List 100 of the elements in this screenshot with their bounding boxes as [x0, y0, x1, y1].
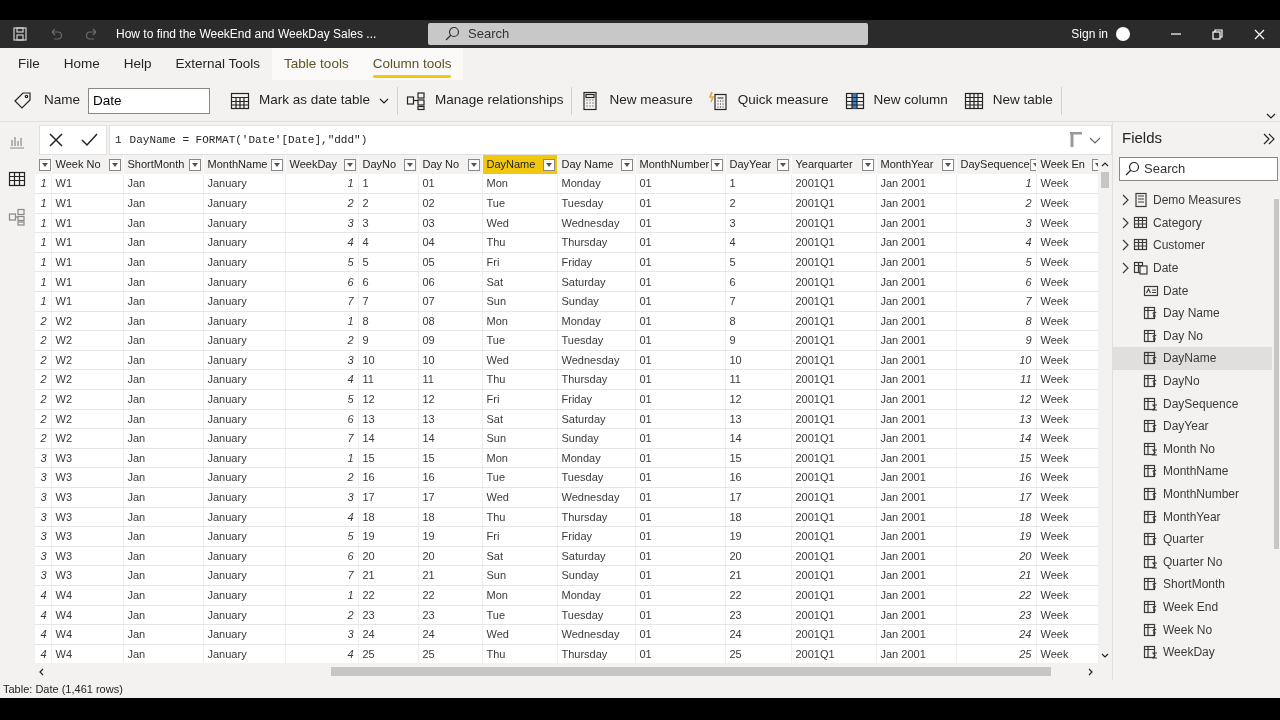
field-list-item[interactable]: Date [1113, 279, 1272, 302]
field-list-item[interactable]: Customer [1113, 234, 1272, 257]
search-box[interactable]: Search [1119, 157, 1278, 181]
filter-dropdown[interactable] [39, 158, 50, 171]
table-cell: W3 [51, 467, 123, 488]
field-list-item[interactable]: Week No [1113, 618, 1272, 641]
filter-dropdown[interactable] [710, 158, 723, 171]
column-header[interactable]: Yearquarter [791, 155, 876, 174]
field-list-item[interactable]: MonthNumber [1113, 482, 1272, 506]
scrollbar-thumb[interactable] [331, 667, 1051, 676]
ribbon-button[interactable]: New column [836, 90, 956, 111]
field-list-item[interactable]: WeekDay [1113, 640, 1272, 664]
field-list-item[interactable]: DaySequence [1113, 392, 1272, 415]
field-list-item[interactable]: Demo Measures [1113, 189, 1272, 212]
field-list-item[interactable]: DayName [1113, 347, 1272, 370]
filter-dropdown[interactable] [467, 158, 480, 171]
filter-dropdown[interactable] [188, 158, 201, 171]
table-cell: 19 [956, 526, 1036, 547]
filter-dropdown[interactable] [270, 158, 283, 171]
ribbon-button[interactable]: Quick measure [700, 90, 837, 111]
table-cell: 4 [35, 605, 51, 625]
column-header[interactable]: Day Name [557, 155, 635, 174]
check-icon[interactable] [80, 132, 98, 148]
field-list-item[interactable]: Month No [1113, 437, 1272, 461]
field-list-item[interactable]: Day Name [1113, 301, 1272, 325]
filter-dropdown[interactable] [343, 158, 356, 171]
table-cell: 11 [956, 369, 1036, 390]
filter-dropdown[interactable] [861, 158, 874, 171]
table-cell: 01 [635, 271, 725, 292]
ribbon-button[interactable]: New table [955, 90, 1061, 111]
chevron-right-icon[interactable] [1121, 194, 1129, 207]
cancel-icon[interactable] [48, 132, 64, 148]
column-header[interactable]: DayName [482, 155, 557, 174]
field-list-item[interactable]: Date [1113, 256, 1272, 280]
avatar-icon[interactable] [1116, 27, 1130, 41]
ribbon-button[interactable]: Mark as date table [222, 90, 398, 111]
field-list-item[interactable]: Week End [1113, 595, 1272, 619]
formula-field[interactable]: 1 DayName = FORMAT('Date'[Date],"ddd") [109, 125, 1112, 155]
scroll-down-icon[interactable] [1101, 653, 1109, 659]
scroll-right-icon[interactable] [1088, 667, 1094, 676]
table-cell: W3 [51, 448, 123, 468]
column-header[interactable]: Day No [418, 155, 482, 174]
ribbon-tab[interactable]: Help [111, 48, 164, 80]
column-header[interactable]: DaySequence [956, 155, 1036, 174]
table-cell: Thursday [557, 644, 635, 663]
field-list-item[interactable]: Category [1113, 211, 1272, 235]
column-header[interactable] [35, 155, 51, 174]
ribbon-tab[interactable]: File [6, 48, 52, 80]
column-header[interactable]: Week En [1036, 155, 1098, 174]
scrollbar-thumb[interactable] [1101, 172, 1109, 188]
column-header[interactable]: DayNo [358, 155, 418, 174]
filter-dropdown[interactable] [542, 158, 555, 171]
table-cell: 16 [725, 467, 791, 488]
ribbon-tab[interactable]: External Tools [163, 48, 273, 80]
search-field[interactable]: Search [468, 24, 848, 44]
ribbon-tab[interactable]: Home [51, 48, 112, 80]
ribbon-tab[interactable]: Column tools [360, 48, 464, 80]
field-list-item[interactable]: Quarter [1113, 527, 1272, 551]
ribbon-button[interactable]: Manage relationships [398, 90, 572, 111]
sign-in-link[interactable]: Sign in [1071, 25, 1108, 43]
scroll-left-icon[interactable] [38, 667, 44, 676]
chevron-right-icon[interactable] [1121, 239, 1129, 252]
chevron-down-icon[interactable] [1266, 111, 1276, 121]
column-header[interactable]: WeekDay [285, 155, 358, 174]
restore-icon[interactable] [1210, 27, 1224, 41]
column-header[interactable]: MonthNumber [635, 155, 725, 174]
field-list-item[interactable]: DayNo [1113, 369, 1272, 393]
field-list-item[interactable]: ShortMonth [1113, 573, 1272, 596]
chevron-right-icon[interactable] [1121, 262, 1129, 275]
save-icon[interactable] [12, 26, 28, 42]
field-list-item[interactable]: Day No [1113, 324, 1272, 348]
filter-dropdown[interactable] [941, 158, 954, 171]
column-header[interactable]: MonthYear [876, 155, 956, 174]
column-header[interactable]: MonthName [203, 155, 285, 174]
filter-dropdown[interactable] [403, 158, 416, 171]
ribbon-button[interactable]: New measure [572, 90, 701, 111]
column-header[interactable]: Week No [51, 155, 123, 174]
column-header[interactable]: ShortMonth [123, 155, 203, 174]
search-box[interactable]: Search [428, 23, 868, 45]
chevron-right-icon[interactable] [1121, 216, 1129, 229]
table-icon[interactable] [7, 170, 26, 188]
field-list-item[interactable]: MonthName [1113, 460, 1272, 483]
scroll-up-icon[interactable] [1101, 161, 1109, 167]
table-cell: 2001Q1 [791, 487, 876, 508]
close-icon[interactable] [1252, 27, 1266, 41]
name-field[interactable]: Date [88, 87, 210, 114]
table-cell: 7 [956, 291, 1036, 312]
field-list-item[interactable]: Quarter No [1113, 550, 1272, 574]
collapse-icon[interactable] [1262, 131, 1276, 146]
table-cell: 1 [35, 232, 51, 253]
table-cell: January [203, 311, 285, 331]
scrollbar-thumb[interactable] [1273, 199, 1279, 549]
filter-dropdown[interactable] [776, 158, 789, 171]
model-icon[interactable] [7, 208, 26, 226]
field-list-item[interactable]: DayYear [1113, 414, 1272, 438]
filter-dropdown[interactable] [620, 158, 633, 171]
column-header[interactable]: DayYear [725, 155, 791, 174]
filter-dropdown[interactable] [108, 158, 121, 171]
field-list-item[interactable]: MonthYear [1113, 505, 1272, 528]
ribbon-tab[interactable]: Table tools [272, 48, 361, 80]
